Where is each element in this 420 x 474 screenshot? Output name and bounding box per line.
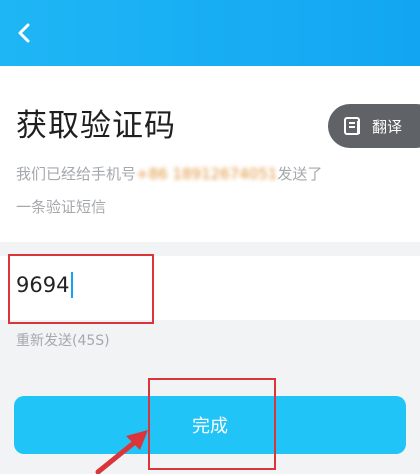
back-button[interactable] — [8, 16, 42, 50]
code-value: 9694 — [16, 273, 70, 297]
masked-phone-number: +86 18912674051 — [136, 165, 278, 183]
translate-label: 翻译 — [372, 117, 403, 136]
notice-prefix: 我们已经给手机号 — [16, 165, 137, 183]
sms-notice: 我们已经给手机号+86 18912674051发送了一条验证短信 — [16, 158, 336, 224]
top-bar — [0, 0, 420, 66]
text-cursor — [71, 272, 74, 298]
translate-icon — [344, 117, 360, 135]
done-button[interactable]: 完成 — [14, 396, 406, 454]
translate-button[interactable]: 翻译 — [328, 104, 420, 148]
verification-code-input[interactable]: 9694 — [16, 272, 74, 298]
done-label: 完成 — [192, 416, 228, 437]
resend-countdown: 重新发送(45S) — [16, 333, 110, 349]
chevron-left-icon — [18, 23, 30, 43]
page-title: 获取验证码 — [16, 108, 176, 144]
